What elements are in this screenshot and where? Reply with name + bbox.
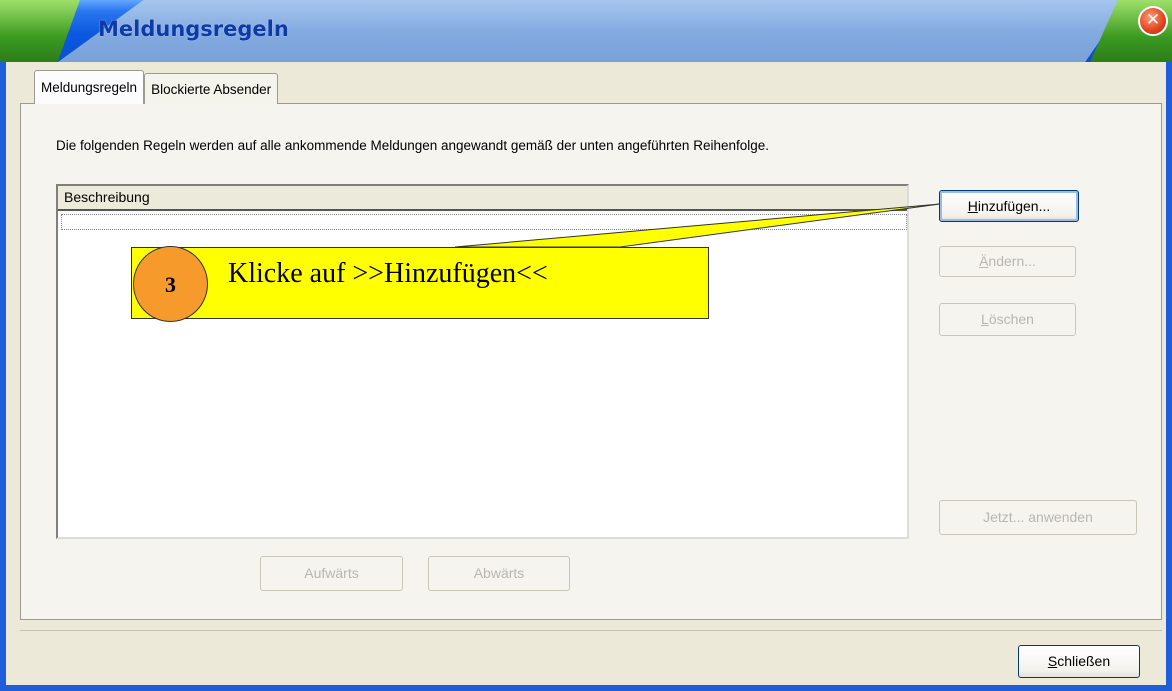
footer-divider xyxy=(20,630,1162,631)
rules-list[interactable]: Beschreibung xyxy=(56,184,909,539)
instruction-text: Klicke auf >>Hinzufügen<< xyxy=(228,258,548,289)
delete-rule-button-mnemonic: L xyxy=(981,311,989,327)
delete-rule-button-label: öschen xyxy=(988,311,1034,327)
edit-rule-button[interactable]: Ändern... xyxy=(939,246,1076,277)
tab-blockierte-absender[interactable]: Blockierte Absender xyxy=(144,73,279,104)
add-rule-button-mnemonic: H xyxy=(967,198,978,214)
title-bar[interactable]: Meldungsregeln ✕ xyxy=(0,0,1172,62)
close-button[interactable]: Schließen xyxy=(1018,645,1140,678)
title-bar-left-accent xyxy=(0,0,80,62)
close-window-icon[interactable]: ✕ xyxy=(1138,6,1168,36)
tab-meldungsregeln[interactable]: Meldungsregeln xyxy=(34,70,145,104)
add-rule-button-label: inzufügen... xyxy=(977,198,1051,214)
close-button-label: chließen xyxy=(1057,653,1111,669)
tab-strip: Meldungsregeln Blockierte Absender xyxy=(34,70,279,104)
column-header-beschreibung[interactable]: Beschreibung xyxy=(58,186,907,211)
window-title: Meldungsregeln xyxy=(98,17,289,41)
move-down-button[interactable]: Abwärts xyxy=(428,556,570,591)
add-rule-button[interactable]: Hinzufügen... xyxy=(939,190,1079,222)
close-button-mnemonic: S xyxy=(1047,653,1058,669)
edit-rule-button-label: ndern... xyxy=(988,253,1036,269)
list-item-focus[interactable] xyxy=(61,214,907,230)
rules-description: Die folgenden Regeln werden auf alle ank… xyxy=(56,138,769,153)
apply-now-button[interactable]: Jetzt... anwenden xyxy=(939,500,1137,535)
delete-rule-button[interactable]: Löschen xyxy=(939,303,1076,336)
move-up-button[interactable]: Aufwärts xyxy=(260,556,403,591)
step-number-badge: 3 xyxy=(133,246,208,322)
